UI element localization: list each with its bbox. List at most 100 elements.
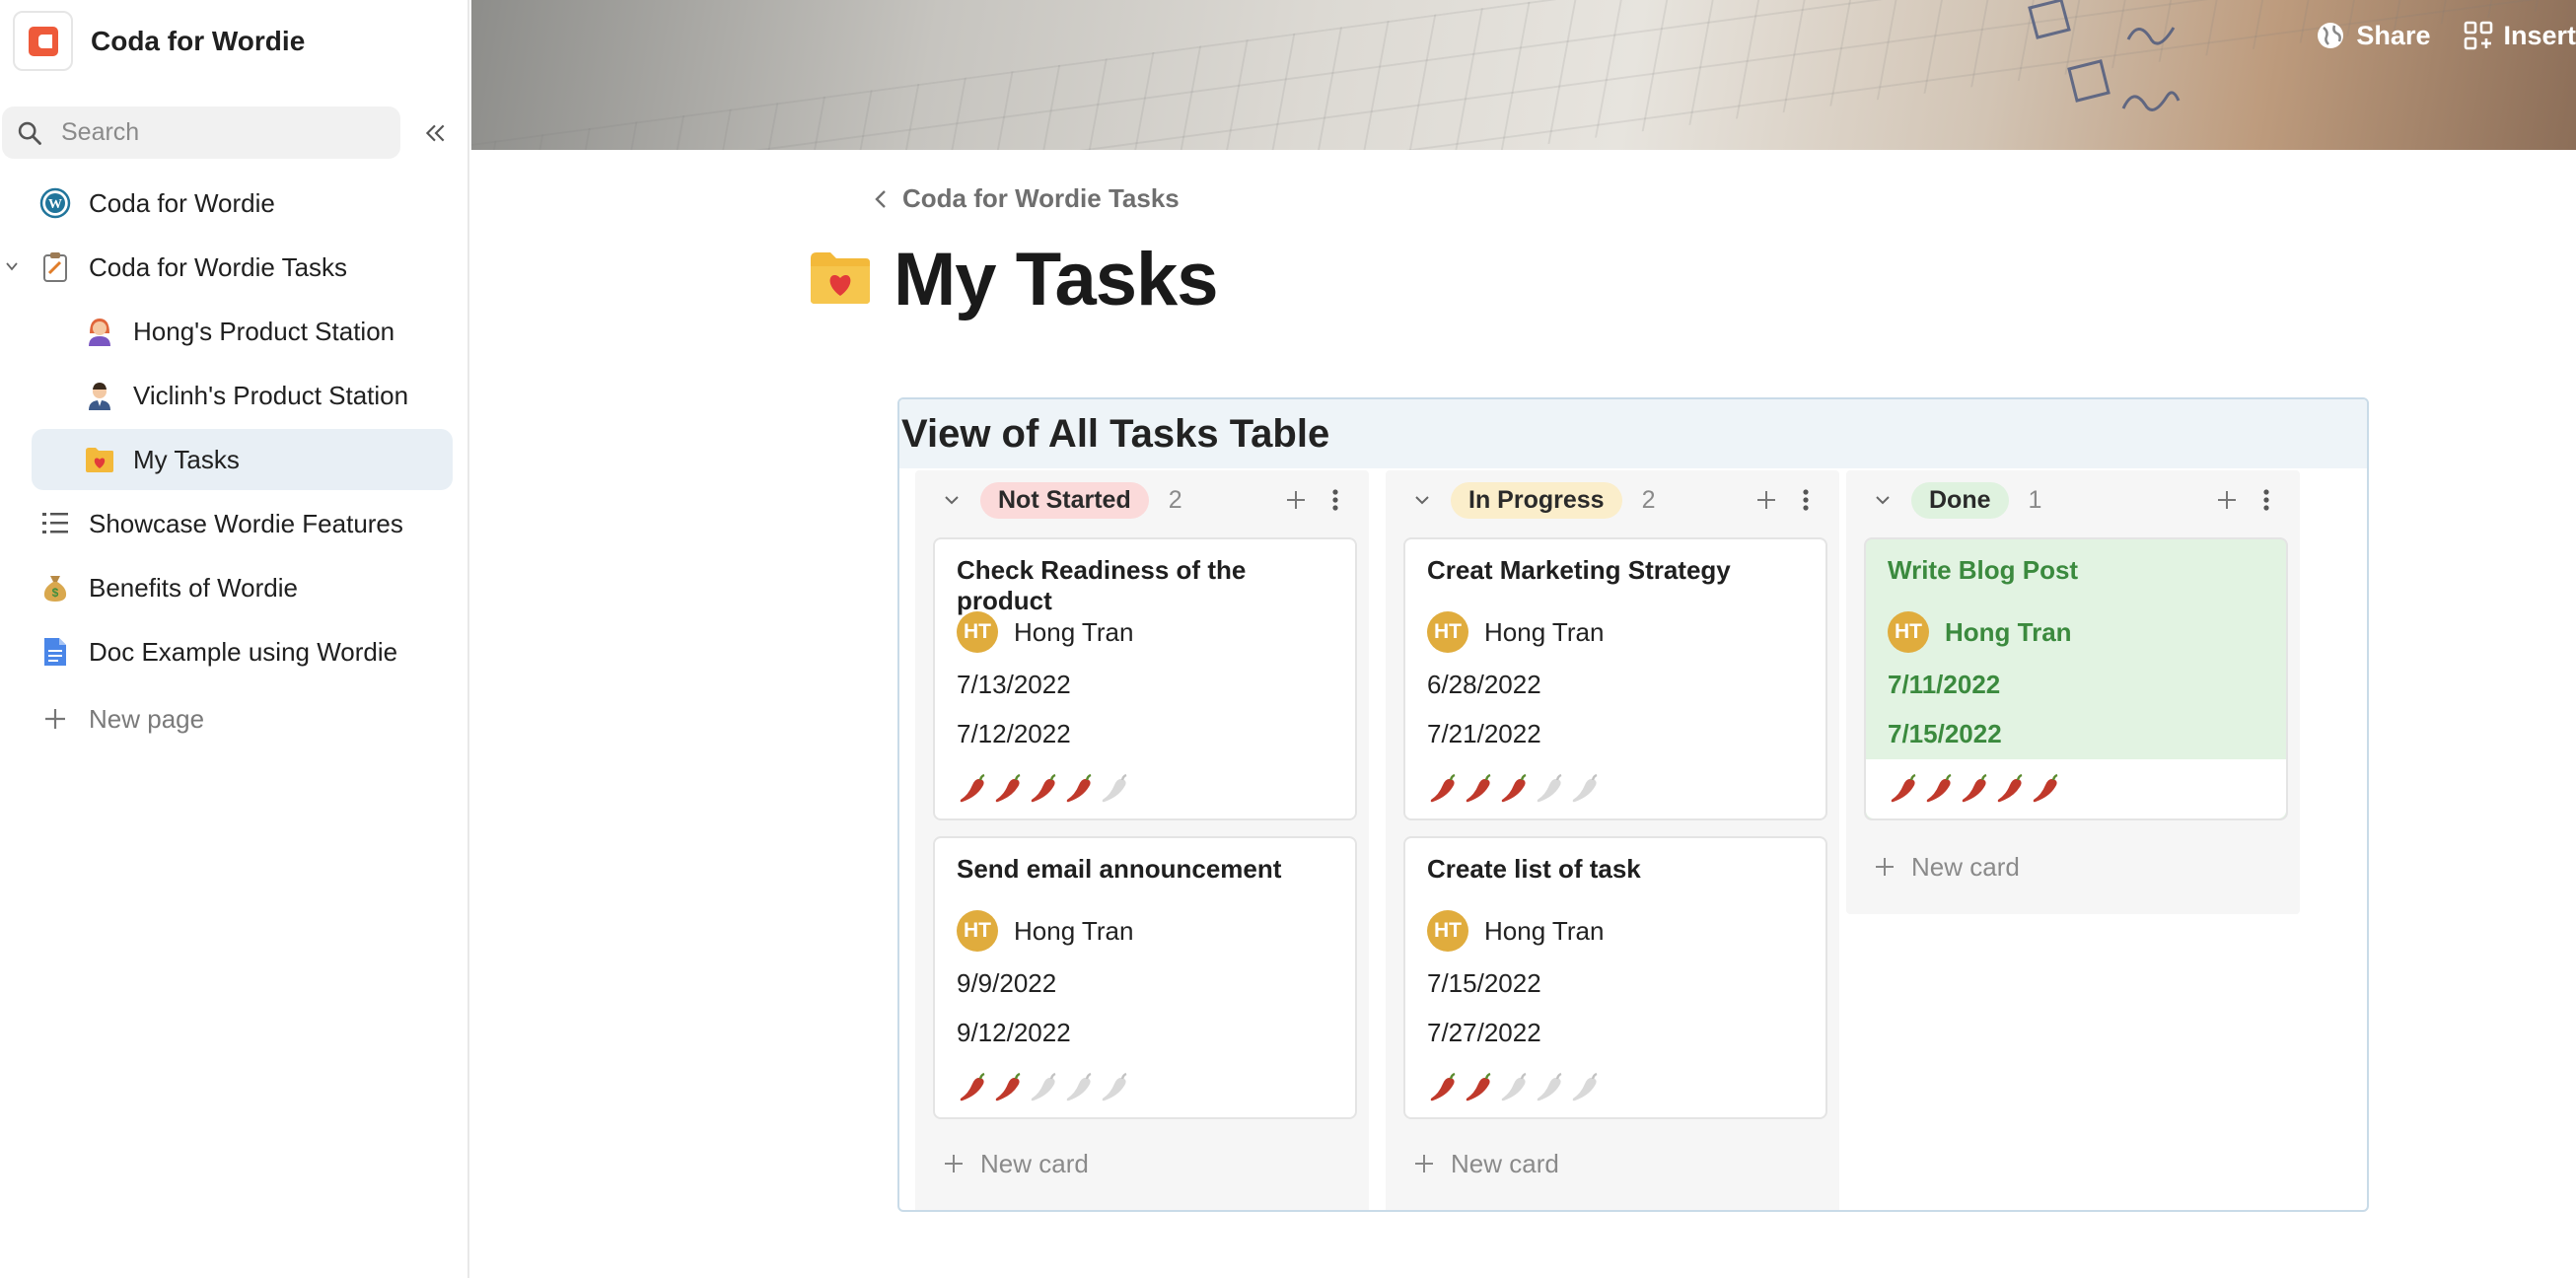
status-pill: In Progress	[1451, 481, 1622, 519]
card-assignee: HT Hong Tran	[1427, 910, 1804, 952]
plus-icon[interactable]	[1753, 486, 1780, 514]
sidebar-item-label: Doc Example using Wordie	[89, 636, 398, 667]
more-vertical-icon[interactable]	[1325, 486, 1345, 514]
sidebar-item-doc-example[interactable]: Doc Example using Wordie	[0, 621, 469, 682]
card-title: Write Blog Post	[1888, 555, 2079, 585]
column-header: Not Started 2	[915, 470, 1369, 530]
sidebar-item-label: Viclinh's Product Station	[133, 380, 409, 410]
card-title: Create list of task	[1427, 854, 1641, 884]
chili-pepper-empty-icon[interactable]	[1569, 1072, 1601, 1103]
chili-pepper-empty-icon[interactable]	[1099, 773, 1130, 805]
card-start-date: 7/15/2022	[1427, 968, 1541, 998]
status-pill: Not Started	[980, 481, 1149, 519]
chili-pepper-filled-icon[interactable]	[1427, 1072, 1459, 1103]
board-column-not-started: Not Started 2 Check Readiness of the pro…	[915, 470, 1369, 1210]
assignee-name: Hong Tran	[1014, 616, 1134, 647]
new-card-button[interactable]: New card	[1874, 847, 2020, 887]
share-button[interactable]: Share	[2315, 20, 2430, 51]
chili-pepper-filled-icon[interactable]	[1498, 773, 1530, 805]
chili-pepper-empty-icon[interactable]	[1099, 1072, 1130, 1103]
new-card-label: New card	[980, 1148, 1089, 1178]
avatar: HT	[957, 611, 998, 653]
card-start-date: 7/11/2022	[1888, 670, 2001, 699]
column-count: 2	[1641, 485, 1656, 514]
assignee-name: Hong Tran	[1484, 616, 1605, 647]
chili-pepper-empty-icon[interactable]	[1534, 1072, 1565, 1103]
more-vertical-icon[interactable]	[1796, 486, 1816, 514]
card-rating	[1405, 1058, 1825, 1117]
man-avatar-icon	[84, 380, 115, 411]
plus-icon[interactable]	[2213, 486, 2241, 514]
assignee-name: Hong Tran	[1014, 915, 1134, 946]
sidebar-item-coda-for-wordie[interactable]: W Coda for Wordie	[0, 173, 469, 234]
chili-pepper-empty-icon[interactable]	[1534, 773, 1565, 805]
chili-pepper-filled-icon[interactable]	[957, 773, 988, 805]
card-rating	[935, 759, 1355, 818]
chili-pepper-filled-icon[interactable]	[1959, 773, 1990, 805]
sidebar-item-label: Coda for Wordie	[89, 187, 275, 218]
chevron-left-icon	[875, 189, 886, 208]
card-assignee: HT Hong Tran	[1888, 611, 2264, 653]
sidebar-item-my-tasks[interactable]: My Tasks	[32, 429, 453, 490]
svg-text:$: $	[52, 586, 59, 600]
sidebar-item-viclinhs-product-station[interactable]: Viclinh's Product Station	[0, 365, 469, 426]
board-title[interactable]: View of All Tasks Table	[901, 412, 1329, 457]
chevron-down-icon[interactable]	[4, 258, 20, 274]
new-card-button[interactable]: New card	[943, 1144, 1089, 1183]
plus-icon[interactable]	[1282, 486, 1310, 514]
task-card[interactable]: Creat Marketing Strategy HT Hong Tran 6/…	[1403, 537, 1827, 820]
chili-pepper-filled-icon[interactable]	[1028, 773, 1059, 805]
new-page-button[interactable]: New page	[0, 688, 469, 749]
avatar: HT	[1427, 910, 1468, 952]
chili-pepper-filled-icon[interactable]	[992, 1072, 1024, 1103]
search-box[interactable]	[2, 106, 400, 159]
sidebar-item-showcase-wordie-features[interactable]: Showcase Wordie Features	[0, 493, 469, 554]
assignee-name: Hong Tran	[1945, 616, 2072, 647]
sidebar-item-hongs-product-station[interactable]: Hong's Product Station	[0, 301, 469, 362]
chili-pepper-empty-icon[interactable]	[1028, 1072, 1059, 1103]
status-pill: Done	[1911, 481, 2009, 519]
chili-pepper-filled-icon[interactable]	[1888, 773, 1919, 805]
chili-pepper-filled-icon[interactable]	[992, 773, 1024, 805]
sidebar-item-coda-for-wordie-tasks[interactable]: Coda for Wordie Tasks	[0, 237, 469, 298]
card-start-date: 7/13/2022	[957, 670, 1071, 699]
breadcrumb[interactable]: Coda for Wordie Tasks	[873, 183, 1180, 214]
chili-pepper-filled-icon[interactable]	[1923, 773, 1955, 805]
sidebar-nav: W Coda for Wordie Coda for Wordie Tasks …	[0, 173, 469, 752]
collapse-sidebar-button[interactable]	[418, 116, 452, 150]
list-icon	[39, 508, 71, 539]
chevron-down-icon[interactable]	[1874, 491, 1892, 509]
chili-pepper-filled-icon[interactable]	[1427, 773, 1459, 805]
chili-pepper-filled-icon[interactable]	[1063, 773, 1095, 805]
card-title: Send email announcement	[957, 854, 1282, 884]
chili-pepper-empty-icon[interactable]	[1063, 1072, 1095, 1103]
more-vertical-icon[interactable]	[2256, 486, 2276, 514]
chili-pepper-empty-icon[interactable]	[1569, 773, 1601, 805]
column-count: 2	[1168, 485, 1182, 514]
search-input[interactable]	[61, 118, 377, 147]
insert-button[interactable]: Insert	[2464, 21, 2576, 51]
sidebar-item-benefits-of-wordie[interactable]: $ Benefits of Wordie	[0, 557, 469, 618]
sidebar-item-label: Hong's Product Station	[133, 316, 395, 346]
card-assignee: HT Hong Tran	[957, 910, 1333, 952]
task-card[interactable]: Check Readiness of the product HT Hong T…	[933, 537, 1357, 820]
chili-pepper-empty-icon[interactable]	[1498, 1072, 1530, 1103]
page-title-row: My Tasks	[809, 237, 1219, 322]
task-card[interactable]: Send email announcement HT Hong Tran 9/9…	[933, 836, 1357, 1119]
chili-pepper-filled-icon[interactable]	[2030, 773, 2061, 805]
chili-pepper-filled-icon[interactable]	[957, 1072, 988, 1103]
search-icon	[18, 121, 41, 145]
chili-pepper-filled-icon[interactable]	[1994, 773, 2026, 805]
plus-icon	[945, 1155, 963, 1172]
new-card-button[interactable]: New card	[1413, 1144, 1559, 1183]
task-card[interactable]: Create list of task HT Hong Tran 7/15/20…	[1403, 836, 1827, 1119]
avatar: HT	[957, 910, 998, 952]
chili-pepper-filled-icon[interactable]	[1463, 773, 1494, 805]
chevron-down-icon[interactable]	[943, 491, 961, 509]
card-start-date: 9/9/2022	[957, 968, 1057, 998]
doc-header[interactable]: Coda for Wordie	[13, 10, 305, 72]
chili-pepper-filled-icon[interactable]	[1463, 1072, 1494, 1103]
task-card[interactable]: Write Blog Post HT Hong Tran 7/11/2022 7…	[1864, 537, 2288, 820]
breadcrumb-label: Coda for Wordie Tasks	[902, 183, 1180, 213]
chevron-down-icon[interactable]	[1413, 491, 1431, 509]
